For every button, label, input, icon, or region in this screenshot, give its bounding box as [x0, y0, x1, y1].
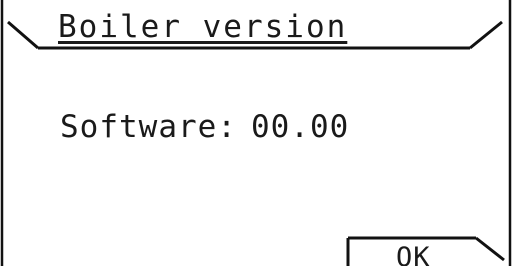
- ok-button-label: OK: [396, 242, 431, 266]
- software-label: Software:: [60, 109, 237, 145]
- software-version-value: 00.00: [250, 109, 350, 145]
- ok-button[interactable]: OK: [348, 236, 474, 266]
- page-title: Boiler version: [58, 9, 348, 45]
- lcd-screen: Boiler version Software: 00.00 OK: [0, 0, 512, 266]
- software-version-row: Software: 00.00: [60, 112, 349, 143]
